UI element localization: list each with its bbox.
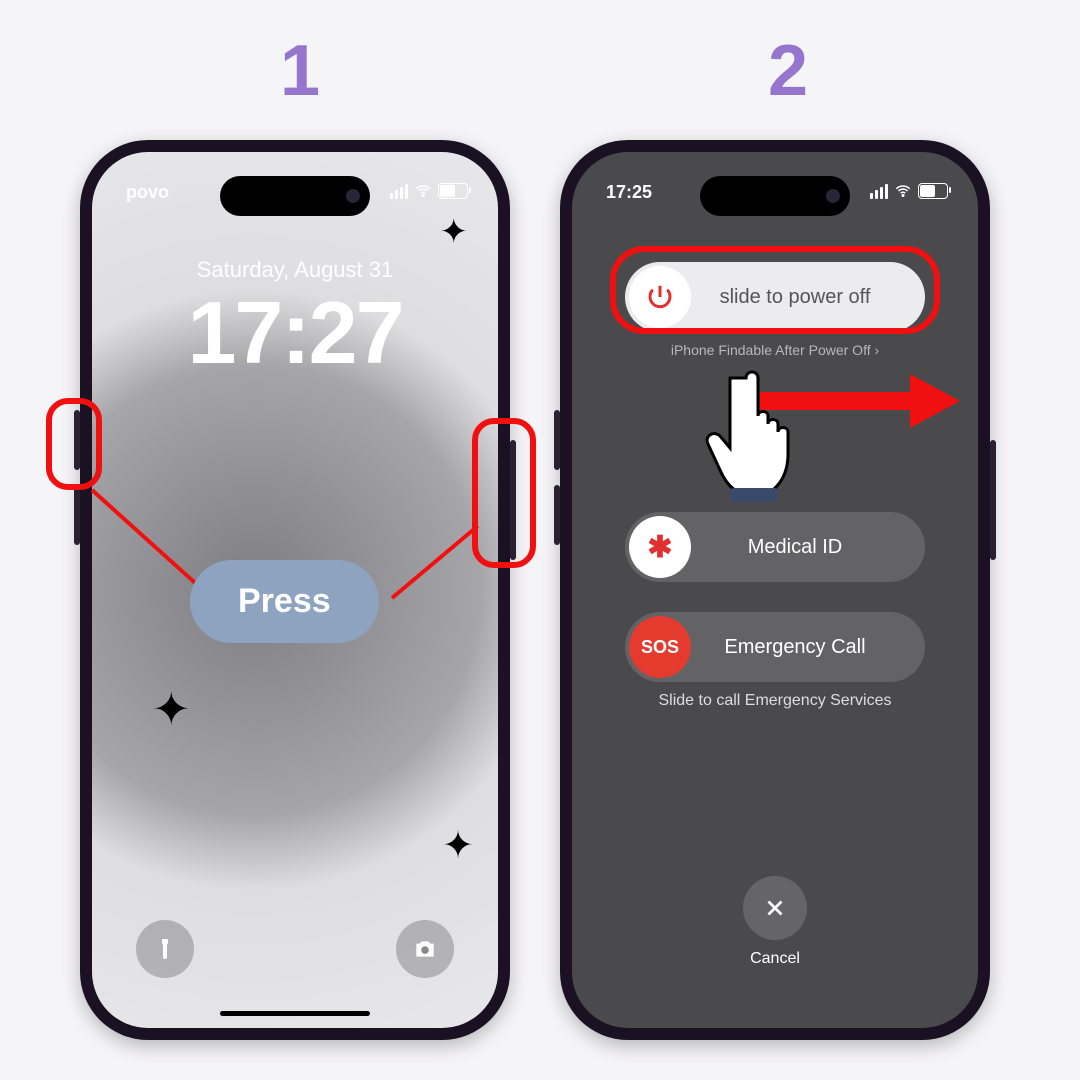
status-time: 17:25: [606, 182, 652, 203]
volume-down-button[interactable]: [74, 485, 80, 545]
highlight-volume-button: [46, 398, 102, 490]
emergency-call-slider[interactable]: SOS Emergency Call: [625, 612, 925, 682]
asterisk-icon: ✱: [647, 530, 672, 565]
dynamic-island: [700, 176, 850, 216]
camera-button[interactable]: [396, 920, 454, 978]
findable-hint[interactable]: iPhone Findable After Power Off ›: [572, 342, 978, 358]
chevron-right-icon: ›: [874, 342, 879, 358]
battery-icon: [438, 183, 468, 199]
step-number-2: 2: [768, 30, 808, 112]
sos-knob[interactable]: SOS: [629, 616, 691, 678]
lock-screen-date: Saturday, August 31: [92, 257, 498, 283]
close-icon: [762, 895, 788, 921]
cellular-signal-icon: [870, 184, 888, 199]
lock-screen-time: 17:27: [92, 282, 498, 384]
sparkle-icon: ✦: [152, 682, 191, 736]
battery-icon: [918, 183, 948, 199]
dynamic-island: [220, 176, 370, 216]
medical-id-knob[interactable]: ✱: [629, 516, 691, 578]
sos-hint: Slide to call Emergency Services: [572, 692, 978, 710]
highlight-power-slider: [610, 246, 940, 334]
home-indicator[interactable]: [220, 1011, 370, 1016]
sos-icon: SOS: [641, 637, 679, 658]
emergency-call-label: Emergency Call: [695, 636, 925, 659]
press-label: Press: [190, 560, 379, 643]
cancel-label: Cancel: [743, 950, 807, 968]
pointer-hand-icon: [700, 360, 820, 510]
volume-down-button[interactable]: [554, 485, 560, 545]
medical-id-label: Medical ID: [695, 536, 925, 559]
camera-icon: [412, 936, 438, 962]
volume-up-button[interactable]: [554, 410, 560, 470]
flashlight-icon: [153, 937, 177, 961]
sparkle-icon: ✦: [440, 212, 469, 252]
side-power-button[interactable]: [990, 440, 996, 560]
sparkle-icon: ✦: [442, 823, 474, 868]
step-number-1: 1: [280, 30, 320, 112]
flashlight-button[interactable]: [136, 920, 194, 978]
wifi-icon: [894, 182, 912, 200]
carrier-label: povo: [126, 182, 169, 203]
medical-id-slider[interactable]: ✱ Medical ID: [625, 512, 925, 582]
highlight-side-button: [472, 418, 536, 568]
cellular-signal-icon: [390, 184, 408, 199]
wifi-icon: [414, 182, 432, 200]
cancel-button[interactable]: Cancel: [743, 876, 807, 968]
